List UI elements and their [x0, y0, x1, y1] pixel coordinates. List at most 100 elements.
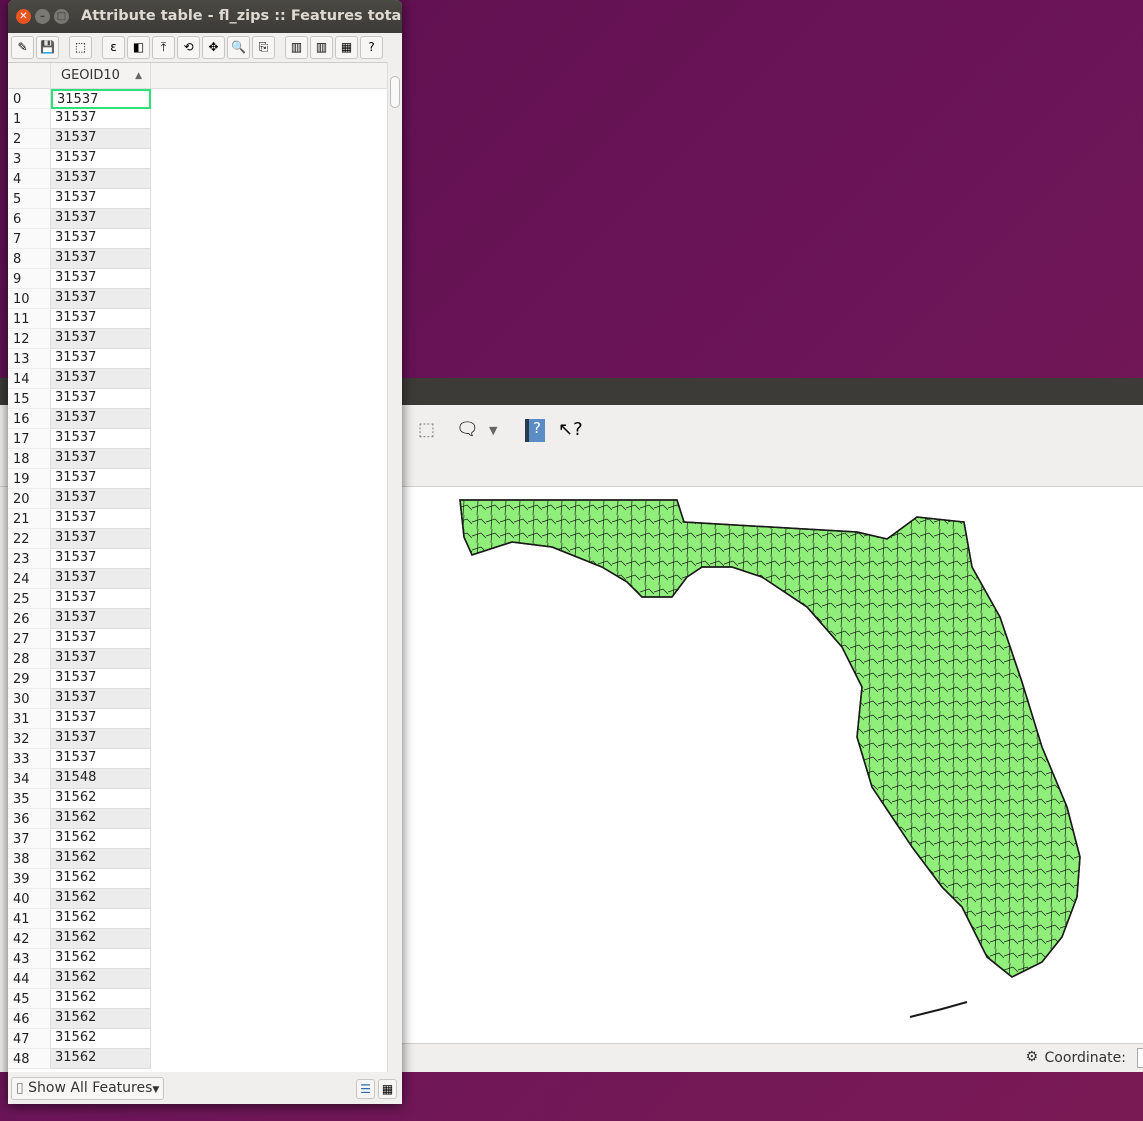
row-index[interactable]: 24 — [8, 569, 51, 589]
coordinate-field[interactable] — [1137, 1048, 1143, 1068]
row-index[interactable]: 31 — [8, 709, 51, 729]
table-row[interactable]: 17 31537 — [8, 429, 388, 449]
table-row[interactable]: 47 31562 — [8, 1029, 388, 1049]
geoid10-cell[interactable]: 31537 — [51, 649, 151, 669]
table-row[interactable]: 29 31537 — [8, 669, 388, 689]
map-canvas[interactable] — [402, 487, 1143, 1043]
table-row[interactable]: 34 31548 — [8, 769, 388, 789]
geoid10-cell[interactable]: 31562 — [51, 1049, 151, 1069]
new-column-icon[interactable]: ▥ — [285, 36, 308, 59]
geoid10-cell[interactable]: 31537 — [51, 349, 151, 369]
geoid10-cell[interactable]: 31537 — [51, 669, 151, 689]
table-row[interactable]: 1 31537 — [8, 109, 388, 129]
table-row[interactable]: 37 31562 — [8, 829, 388, 849]
close-icon[interactable]: ✕ — [16, 9, 31, 24]
zoom-to-selection-icon[interactable]: 🔍 — [227, 36, 250, 59]
select-rectangle-icon[interactable]: ⬚ — [418, 419, 435, 440]
table-row[interactable]: 40 31562 — [8, 889, 388, 909]
row-index[interactable]: 33 — [8, 749, 51, 769]
row-index[interactable]: 47 — [8, 1029, 51, 1049]
table-row[interactable]: 10 31537 — [8, 289, 388, 309]
help-book-icon[interactable]: ? — [525, 419, 545, 442]
table-row[interactable]: 35 31562 — [8, 789, 388, 809]
coordinate-toggle-icon[interactable]: ⚙ — [1025, 1049, 1038, 1065]
delete-selected-icon[interactable]: ⬚ — [69, 36, 92, 59]
row-index[interactable]: 18 — [8, 449, 51, 469]
table-row[interactable]: 28 31537 — [8, 649, 388, 669]
geoid10-cell[interactable]: 31537 — [51, 609, 151, 629]
geoid10-cell[interactable]: 31537 — [51, 449, 151, 469]
geoid10-cell[interactable]: 31548 — [51, 769, 151, 789]
geoid10-cell[interactable]: 31537 — [51, 749, 151, 769]
table-row[interactable]: 46 31562 — [8, 1009, 388, 1029]
corner-cell[interactable] — [8, 63, 51, 88]
row-index[interactable]: 4 — [8, 169, 51, 189]
table-row[interactable]: 20 31537 — [8, 489, 388, 509]
geoid10-cell[interactable]: 31562 — [51, 989, 151, 1009]
geoid10-cell[interactable]: 31537 — [51, 709, 151, 729]
table-row[interactable]: 13 31537 — [8, 349, 388, 369]
table-row[interactable]: 31 31537 — [8, 709, 388, 729]
geoid10-cell[interactable]: 31562 — [51, 869, 151, 889]
geoid10-cell[interactable]: 31537 — [51, 569, 151, 589]
row-index[interactable]: 30 — [8, 689, 51, 709]
table-row[interactable]: 36 31562 — [8, 809, 388, 829]
row-index[interactable]: 9 — [8, 269, 51, 289]
row-index[interactable]: 23 — [8, 549, 51, 569]
row-index[interactable]: 25 — [8, 589, 51, 609]
help-icon[interactable]: ? — [360, 36, 383, 59]
table-row[interactable]: 38 31562 — [8, 849, 388, 869]
row-index[interactable]: 22 — [8, 529, 51, 549]
table-row[interactable]: 32 31537 — [8, 729, 388, 749]
table-row[interactable]: 19 31537 — [8, 469, 388, 489]
geoid10-cell[interactable]: 31562 — [51, 809, 151, 829]
geoid10-cell[interactable]: 31537 — [51, 109, 151, 129]
move-selection-top-icon[interactable]: ⤒ — [152, 36, 175, 59]
geoid10-cell[interactable]: 31537 — [51, 629, 151, 649]
row-index[interactable]: 17 — [8, 429, 51, 449]
table-row[interactable]: 6 31537 — [8, 209, 388, 229]
geoid10-cell[interactable]: 31537 — [51, 589, 151, 609]
row-index[interactable]: 13 — [8, 349, 51, 369]
row-index[interactable]: 6 — [8, 209, 51, 229]
row-index[interactable]: 37 — [8, 829, 51, 849]
chevron-down-icon[interactable]: ▼ — [489, 424, 497, 437]
row-index[interactable]: 11 — [8, 309, 51, 329]
table-row[interactable]: 22 31537 — [8, 529, 388, 549]
row-index[interactable]: 0 — [8, 89, 51, 109]
geoid10-cell[interactable]: 31537 — [51, 689, 151, 709]
geoid10-cell[interactable]: 31537 — [51, 729, 151, 749]
row-index[interactable]: 10 — [8, 289, 51, 309]
row-index[interactable]: 1 — [8, 109, 51, 129]
table-row[interactable]: 26 31537 — [8, 609, 388, 629]
row-index[interactable]: 40 — [8, 889, 51, 909]
row-index[interactable]: 16 — [8, 409, 51, 429]
copy-rows-icon[interactable]: ⎘ — [252, 36, 275, 59]
row-index[interactable]: 43 — [8, 949, 51, 969]
pencil-icon[interactable]: ✎ — [11, 36, 34, 59]
table-row[interactable]: 5 31537 — [8, 189, 388, 209]
table-row[interactable]: 14 31537 — [8, 369, 388, 389]
geoid10-cell[interactable]: 31537 — [51, 249, 151, 269]
table-row[interactable]: 45 31562 — [8, 989, 388, 1009]
table-row[interactable]: 27 31537 — [8, 629, 388, 649]
row-index[interactable]: 20 — [8, 489, 51, 509]
row-index[interactable]: 44 — [8, 969, 51, 989]
geoid10-cell[interactable]: 31562 — [51, 849, 151, 869]
show-all-features-button[interactable]: ▯ Show All Features▼ — [11, 1077, 165, 1100]
row-index[interactable]: 32 — [8, 729, 51, 749]
table-row[interactable]: 0 31537 — [8, 89, 388, 109]
row-index[interactable]: 39 — [8, 869, 51, 889]
geoid10-cell[interactable]: 31537 — [51, 149, 151, 169]
row-index[interactable]: 3 — [8, 149, 51, 169]
row-index[interactable]: 2 — [8, 129, 51, 149]
column-header-geoid10[interactable]: GEOID10 ▲ — [51, 63, 151, 88]
geoid10-cell[interactable]: 31537 — [51, 409, 151, 429]
save-icon[interactable]: 💾 — [36, 36, 59, 59]
row-index[interactable]: 14 — [8, 369, 51, 389]
table-row[interactable]: 33 31537 — [8, 749, 388, 769]
expression-select-icon[interactable]: ε — [102, 36, 125, 59]
geoid10-cell[interactable]: 31537 — [51, 89, 151, 109]
row-index[interactable]: 29 — [8, 669, 51, 689]
vertical-scrollbar[interactable] — [387, 62, 402, 1072]
